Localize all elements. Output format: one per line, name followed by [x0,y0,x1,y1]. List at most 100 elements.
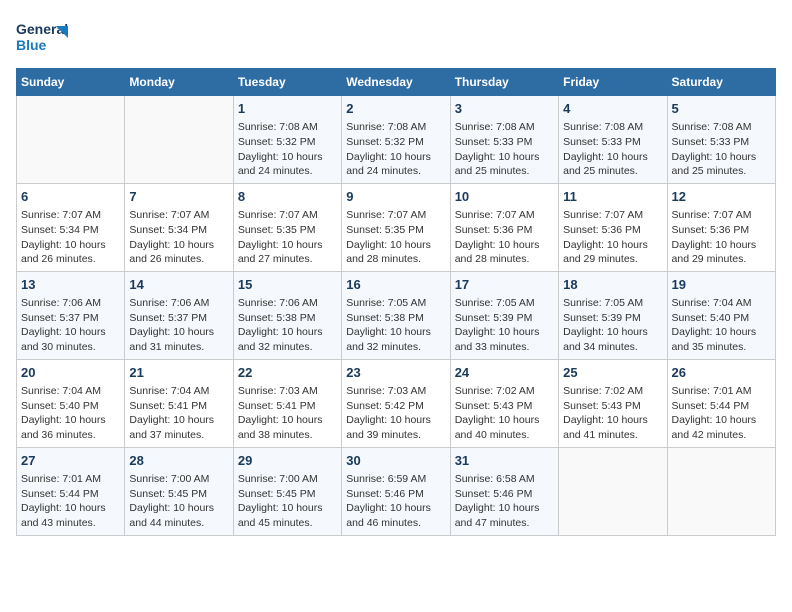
day-number: 20 [21,364,120,382]
day-number: 8 [238,188,337,206]
calendar-cell: 17 Sunrise: 7:05 AM Sunset: 5:39 PM Dayli… [450,271,558,359]
calendar-cell: 20 Sunrise: 7:04 AM Sunset: 5:40 PM Dayli… [17,359,125,447]
weekday-header-saturday: Saturday [667,69,775,96]
calendar-cell: 6 Sunrise: 7:07 AM Sunset: 5:34 PM Daylig… [17,183,125,271]
calendar-cell: 29 Sunrise: 7:00 AM Sunset: 5:45 PM Dayli… [233,447,341,535]
calendar-week-row: 20 Sunrise: 7:04 AM Sunset: 5:40 PM Dayli… [17,359,776,447]
logo-icon: General Blue [16,16,68,60]
day-number: 29 [238,452,337,470]
day-detail: Sunrise: 7:08 AM Sunset: 5:33 PM Dayligh… [455,120,554,179]
day-number: 30 [346,452,445,470]
day-detail: Sunrise: 7:04 AM Sunset: 5:40 PM Dayligh… [672,296,771,355]
calendar-week-row: 1 Sunrise: 7:08 AM Sunset: 5:32 PM Daylig… [17,96,776,184]
day-detail: Sunrise: 7:07 AM Sunset: 5:35 PM Dayligh… [238,208,337,267]
day-detail: Sunrise: 7:01 AM Sunset: 5:44 PM Dayligh… [672,384,771,443]
day-detail: Sunrise: 7:02 AM Sunset: 5:43 PM Dayligh… [563,384,662,443]
day-detail: Sunrise: 7:05 AM Sunset: 5:38 PM Dayligh… [346,296,445,355]
day-detail: Sunrise: 7:07 AM Sunset: 5:34 PM Dayligh… [21,208,120,267]
day-number: 12 [672,188,771,206]
day-number: 11 [563,188,662,206]
day-number: 13 [21,276,120,294]
day-detail: Sunrise: 7:06 AM Sunset: 5:38 PM Dayligh… [238,296,337,355]
logo: General Blue [16,16,68,60]
day-number: 4 [563,100,662,118]
day-detail: Sunrise: 7:08 AM Sunset: 5:33 PM Dayligh… [672,120,771,179]
day-number: 23 [346,364,445,382]
day-detail: Sunrise: 7:08 AM Sunset: 5:33 PM Dayligh… [563,120,662,179]
weekday-header-wednesday: Wednesday [342,69,450,96]
day-number: 6 [21,188,120,206]
calendar-cell: 27 Sunrise: 7:01 AM Sunset: 5:44 PM Dayli… [17,447,125,535]
day-detail: Sunrise: 7:03 AM Sunset: 5:41 PM Dayligh… [238,384,337,443]
day-detail: Sunrise: 7:06 AM Sunset: 5:37 PM Dayligh… [21,296,120,355]
calendar-cell: 26 Sunrise: 7:01 AM Sunset: 5:44 PM Dayli… [667,359,775,447]
calendar-cell [667,447,775,535]
calendar-table: SundayMondayTuesdayWednesdayThursdayFrid… [16,68,776,536]
calendar-cell: 28 Sunrise: 7:00 AM Sunset: 5:45 PM Dayli… [125,447,233,535]
weekday-row: SundayMondayTuesdayWednesdayThursdayFrid… [17,69,776,96]
day-detail: Sunrise: 7:08 AM Sunset: 5:32 PM Dayligh… [238,120,337,179]
calendar-cell: 7 Sunrise: 7:07 AM Sunset: 5:34 PM Daylig… [125,183,233,271]
day-number: 5 [672,100,771,118]
calendar-cell [559,447,667,535]
calendar-cell: 21 Sunrise: 7:04 AM Sunset: 5:41 PM Dayli… [125,359,233,447]
calendar-week-row: 13 Sunrise: 7:06 AM Sunset: 5:37 PM Dayli… [17,271,776,359]
calendar-cell: 5 Sunrise: 7:08 AM Sunset: 5:33 PM Daylig… [667,96,775,184]
calendar-cell [125,96,233,184]
calendar-cell: 4 Sunrise: 7:08 AM Sunset: 5:33 PM Daylig… [559,96,667,184]
day-number: 27 [21,452,120,470]
day-detail: Sunrise: 6:59 AM Sunset: 5:46 PM Dayligh… [346,472,445,531]
day-detail: Sunrise: 7:01 AM Sunset: 5:44 PM Dayligh… [21,472,120,531]
calendar-cell: 16 Sunrise: 7:05 AM Sunset: 5:38 PM Dayli… [342,271,450,359]
day-number: 14 [129,276,228,294]
day-number: 9 [346,188,445,206]
calendar-cell: 10 Sunrise: 7:07 AM Sunset: 5:36 PM Dayli… [450,183,558,271]
calendar-cell: 12 Sunrise: 7:07 AM Sunset: 5:36 PM Dayli… [667,183,775,271]
weekday-header-sunday: Sunday [17,69,125,96]
calendar-body: 1 Sunrise: 7:08 AM Sunset: 5:32 PM Daylig… [17,96,776,536]
calendar-cell: 9 Sunrise: 7:07 AM Sunset: 5:35 PM Daylig… [342,183,450,271]
day-detail: Sunrise: 7:05 AM Sunset: 5:39 PM Dayligh… [455,296,554,355]
day-detail: Sunrise: 7:07 AM Sunset: 5:35 PM Dayligh… [346,208,445,267]
calendar-cell [17,96,125,184]
calendar-cell: 22 Sunrise: 7:03 AM Sunset: 5:41 PM Dayli… [233,359,341,447]
day-detail: Sunrise: 7:00 AM Sunset: 5:45 PM Dayligh… [129,472,228,531]
day-detail: Sunrise: 7:07 AM Sunset: 5:34 PM Dayligh… [129,208,228,267]
weekday-header-thursday: Thursday [450,69,558,96]
day-detail: Sunrise: 7:07 AM Sunset: 5:36 PM Dayligh… [672,208,771,267]
weekday-header-friday: Friday [559,69,667,96]
day-number: 16 [346,276,445,294]
calendar-cell: 1 Sunrise: 7:08 AM Sunset: 5:32 PM Daylig… [233,96,341,184]
day-detail: Sunrise: 6:58 AM Sunset: 5:46 PM Dayligh… [455,472,554,531]
day-number: 15 [238,276,337,294]
day-number: 19 [672,276,771,294]
day-number: 18 [563,276,662,294]
day-number: 17 [455,276,554,294]
calendar-cell: 18 Sunrise: 7:05 AM Sunset: 5:39 PM Dayli… [559,271,667,359]
day-detail: Sunrise: 7:03 AM Sunset: 5:42 PM Dayligh… [346,384,445,443]
day-number: 7 [129,188,228,206]
day-detail: Sunrise: 7:04 AM Sunset: 5:41 PM Dayligh… [129,384,228,443]
calendar-cell: 23 Sunrise: 7:03 AM Sunset: 5:42 PM Dayli… [342,359,450,447]
day-detail: Sunrise: 7:00 AM Sunset: 5:45 PM Dayligh… [238,472,337,531]
calendar-cell: 3 Sunrise: 7:08 AM Sunset: 5:33 PM Daylig… [450,96,558,184]
day-detail: Sunrise: 7:06 AM Sunset: 5:37 PM Dayligh… [129,296,228,355]
weekday-header-monday: Monday [125,69,233,96]
day-detail: Sunrise: 7:05 AM Sunset: 5:39 PM Dayligh… [563,296,662,355]
day-detail: Sunrise: 7:04 AM Sunset: 5:40 PM Dayligh… [21,384,120,443]
calendar-cell: 31Sunrise: 6:58 AM Sunset: 5:46 PM Dayli… [450,447,558,535]
day-number: 21 [129,364,228,382]
calendar-cell: 30 Sunrise: 6:59 AM Sunset: 5:46 PM Dayli… [342,447,450,535]
day-number: 1 [238,100,337,118]
calendar-cell: 2Sunrise: 7:08 AM Sunset: 5:32 PM Daylig… [342,96,450,184]
page-header: General Blue [16,16,776,60]
day-number: 28 [129,452,228,470]
day-detail: Sunrise: 7:07 AM Sunset: 5:36 PM Dayligh… [563,208,662,267]
day-number: 24 [455,364,554,382]
day-number: 3 [455,100,554,118]
day-number: 2 [346,100,445,118]
day-number: 10 [455,188,554,206]
day-number: 26 [672,364,771,382]
day-detail: Sunrise: 7:07 AM Sunset: 5:36 PM Dayligh… [455,208,554,267]
day-number: 22 [238,364,337,382]
